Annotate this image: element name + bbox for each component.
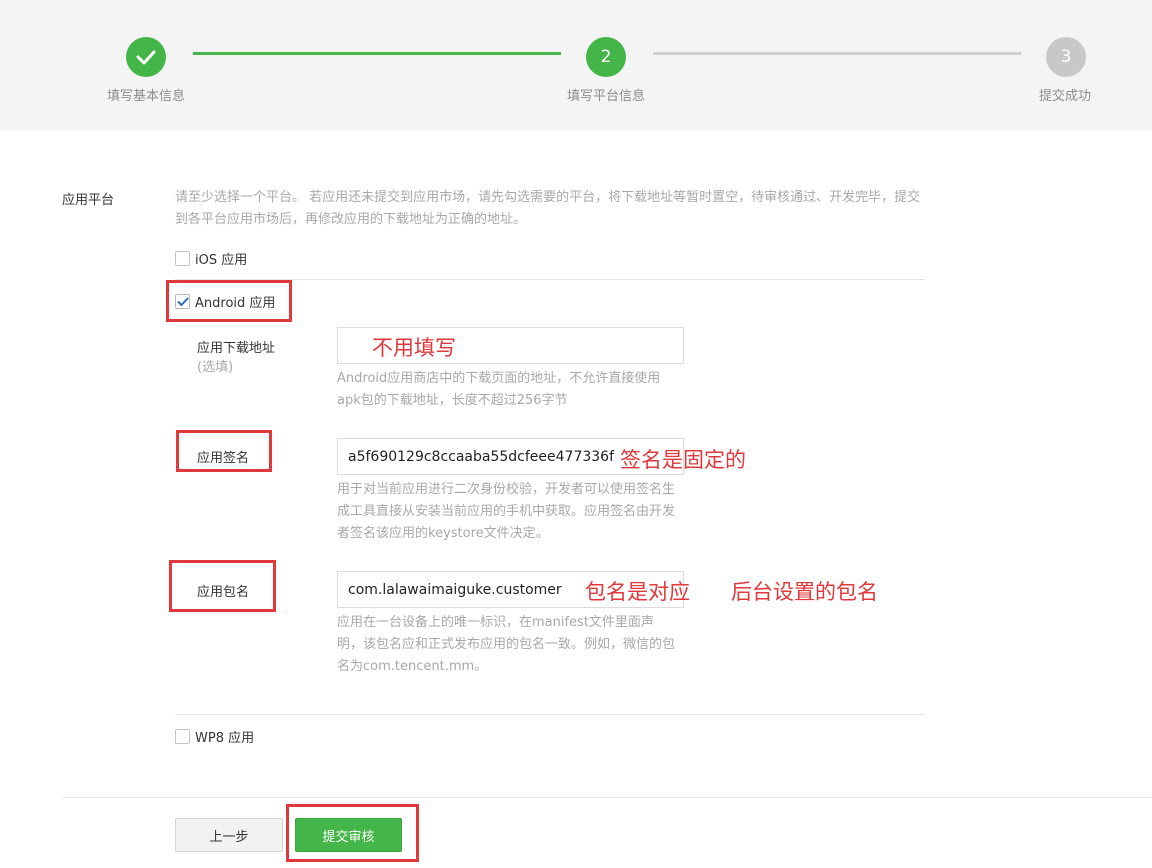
divider [175,714,925,715]
step-3-label: 提交成功 [1038,89,1091,104]
step-connector-1 [193,52,561,55]
highlight-box-android [166,280,292,322]
highlight-box-submit [286,804,419,862]
platform-hint: 请至少选择一个平台。 若应用还未提交到应用市场，请先勾选需要的平台，将下载地址等… [175,190,921,227]
prev-step-button[interactable]: 上一步 [175,818,283,852]
progress-stepper: 2 3 填写基本信息 填写平台信息 提交成功 [0,0,1152,130]
annotation-download: 不用填写 [372,336,456,360]
step-1-check-icon [126,37,166,77]
annotation-package-1: 包名是对应 [585,580,690,604]
highlight-box-signature [176,430,272,472]
ios-checkbox[interactable] [175,251,190,266]
wp8-label: WP8 应用 [195,731,255,746]
footer-divider [62,797,1152,798]
step-connector-2 [653,52,1021,55]
annotation-signature: 签名是固定的 [620,448,746,472]
highlight-box-package [169,560,276,612]
signature-hint: 用于对当前应用进行二次身份校验，开发者可以使用签名生成工具直接从安装当前应用的手… [337,482,676,541]
annotation-package-2: 后台设置的包名 [731,580,878,604]
step-1-label: 填写基本信息 [106,89,185,104]
step-2-label: 填写平台信息 [566,89,645,104]
download-url-hint: Android应用商店中的下载页面的地址，不允许直接使用apk包的下载地址，长度… [337,371,661,408]
download-url-optional: (选填) [197,360,234,375]
ios-option[interactable]: iOS 应用 [175,249,247,268]
step-3-number: 3 [1046,37,1086,77]
step-2-number: 2 [586,37,626,77]
download-url-label: 应用下载地址 [197,341,276,356]
platform-title: 应用平台 [62,193,115,208]
package-hint: 应用在一台设备上的唯一标识，在manifest文件里面声明，该包名应和正式发布应… [337,615,676,674]
wp8-option[interactable]: WP8 应用 [175,727,254,746]
wp8-checkbox[interactable] [175,729,190,744]
ios-label: iOS 应用 [195,253,248,268]
